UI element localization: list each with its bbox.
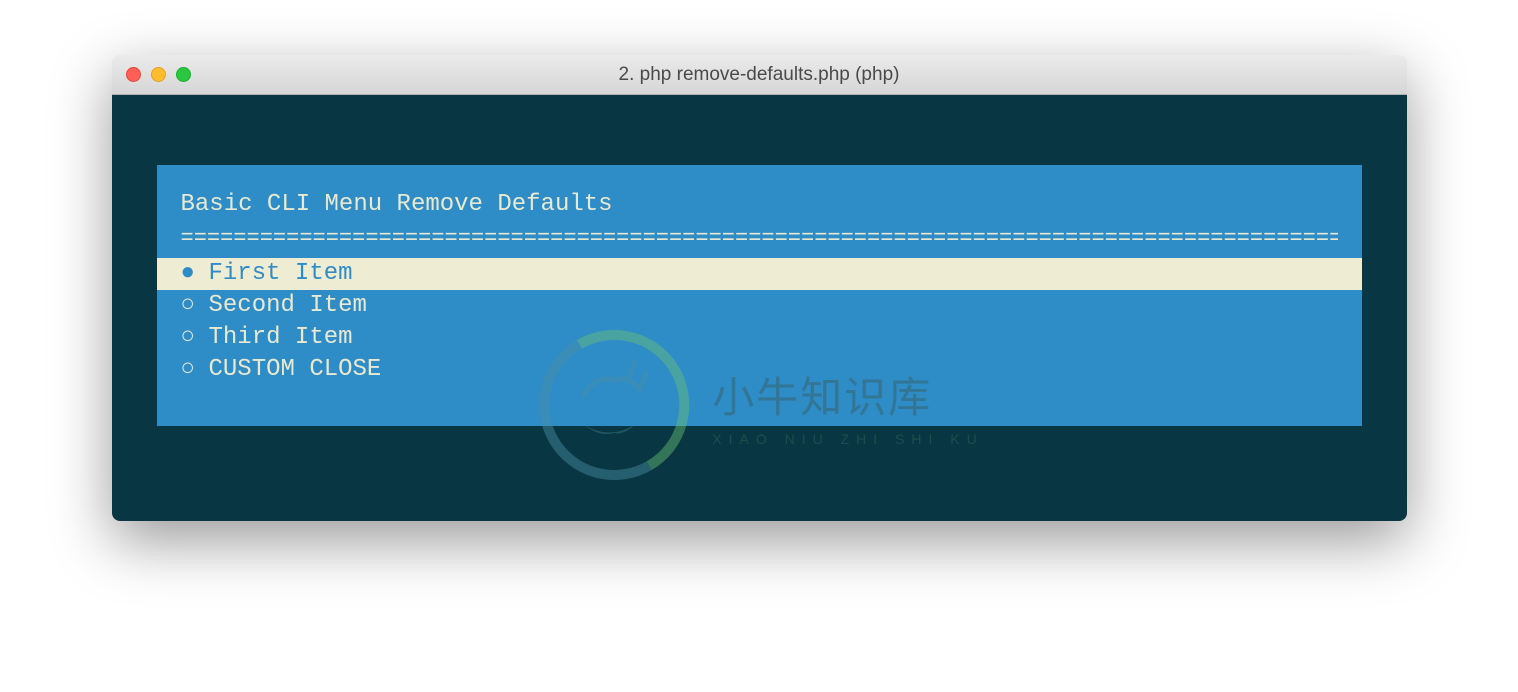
traffic-lights [126,67,191,82]
menu-item-3[interactable]: ○CUSTOM CLOSE [181,354,1338,386]
menu-item-2[interactable]: ○Third Item [181,322,1338,354]
bullet-open-icon: ○ [181,354,209,386]
terminal-body[interactable]: Basic CLI Menu Remove Defaults =========… [112,95,1407,521]
bullet-open-icon: ○ [181,322,209,354]
menu-title: Basic CLI Menu Remove Defaults [181,191,1338,218]
menu-item-label: Third Item [209,322,353,354]
menu-item-label: CUSTOM CLOSE [209,354,382,386]
menu-item-1[interactable]: ○Second Item [181,290,1338,322]
close-icon[interactable] [126,67,141,82]
window-title: 2. php remove-defaults.php (php) [112,64,1407,86]
menu-item-label: Second Item [209,290,367,322]
terminal-window: 2. php remove-defaults.php (php) Basic C… [112,55,1407,521]
window-titlebar[interactable]: 2. php remove-defaults.php (php) [112,55,1407,95]
minimize-icon[interactable] [151,67,166,82]
cli-menu: Basic CLI Menu Remove Defaults =========… [157,165,1362,426]
menu-item-label: First Item [209,258,353,290]
bullet-open-icon: ○ [181,290,209,322]
bullet-filled-icon: ● [181,258,209,290]
menu-divider: ========================================… [181,228,1338,250]
menu-item-0[interactable]: ●First Item [157,258,1362,290]
maximize-icon[interactable] [176,67,191,82]
